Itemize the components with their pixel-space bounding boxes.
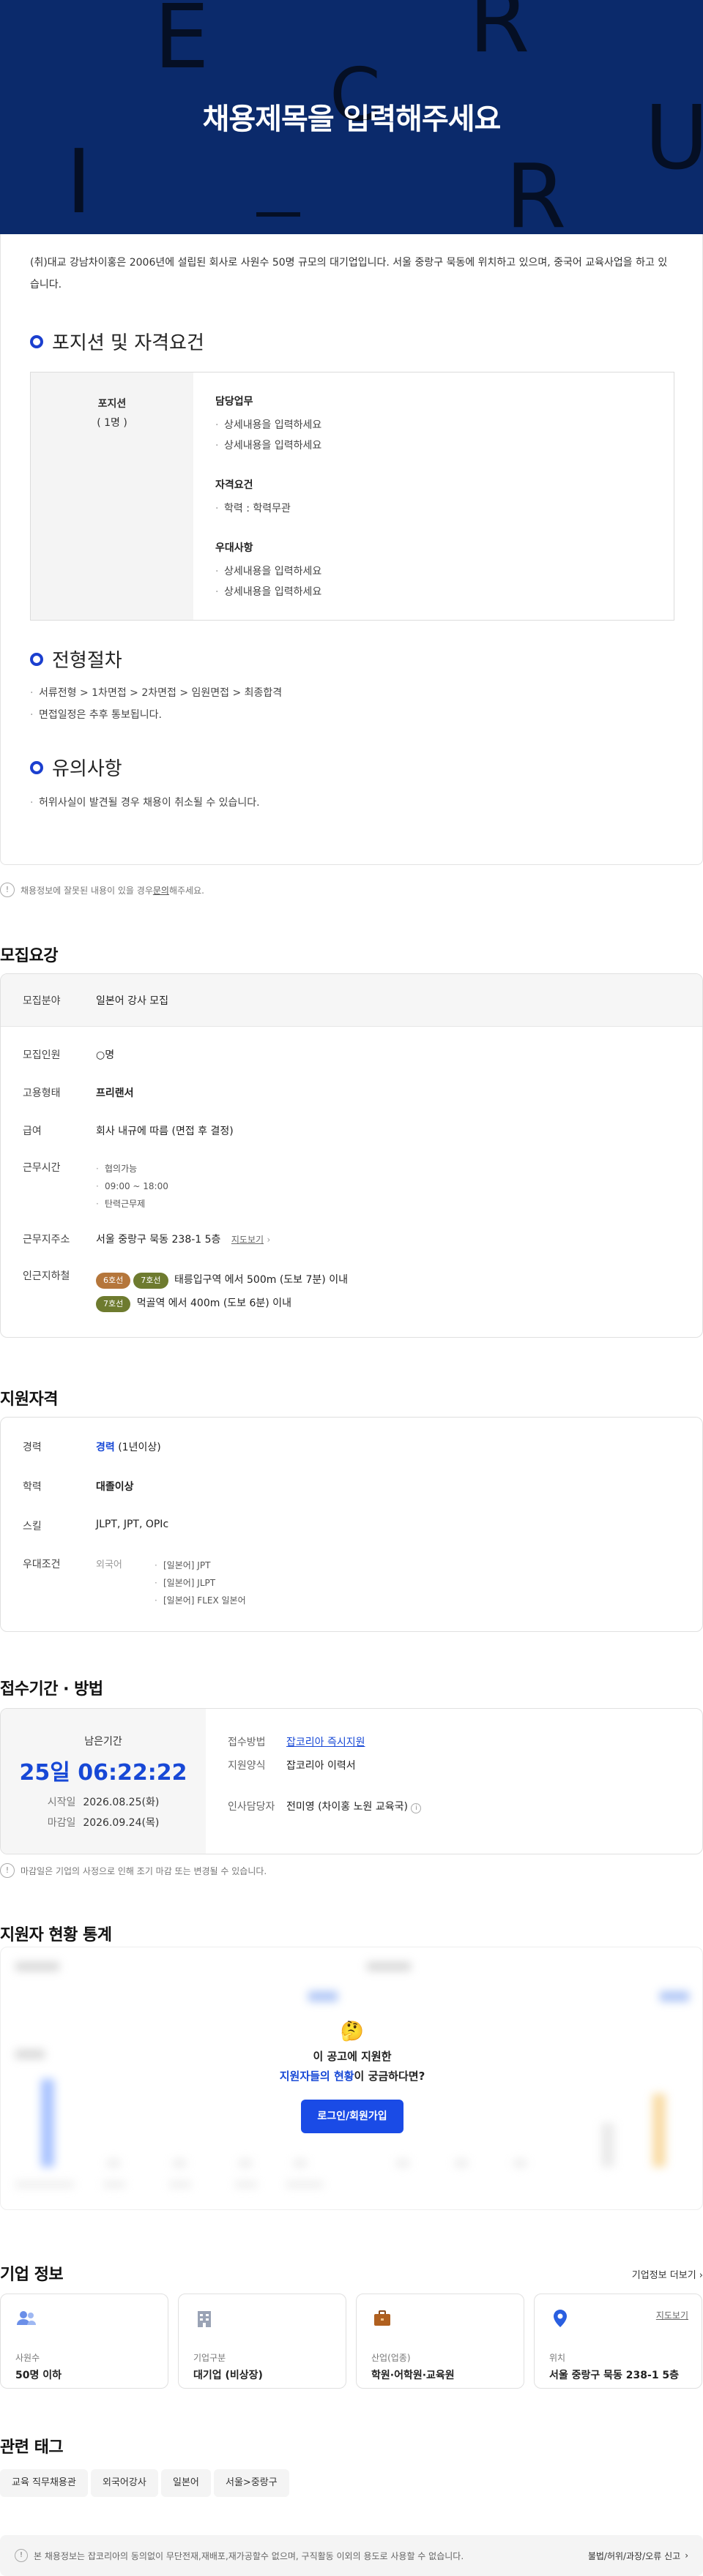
job-detail-box: (취)대교 강남차이홍은 2006년에 설립된 회사로 사원수 50명 규모의 … [0, 234, 703, 865]
ring-bullet-icon [30, 652, 43, 666]
subway-item: 7호선 먹골역 에서 400m (도보 6분) 이내 [96, 1292, 702, 1315]
line-7-badge: 7호선 [96, 1296, 131, 1312]
tags-title: 관련 태그 [0, 2438, 64, 2457]
remaining-time-panel: 남은기간 25일 06:22:22 시작일 2026.08.25(화) 마감일 20… [1, 1709, 206, 1854]
apply-method-panel: 접수방법 잡코리아 즉시지원 지원양식 잡코리아 이력서 인사담당자 전미영 (차이홍… [228, 1731, 422, 1819]
stats-title: 지원자 현황 통계 [0, 1926, 112, 1944]
list-item: 서류전형 > 1차면접 > 2차면접 > 임원면접 > 최종합격 [30, 682, 282, 704]
headcount-row: 모집인원 ○명 [23, 1049, 115, 1061]
position-section-title: 포지션 및 자격요건 [30, 328, 204, 355]
company-more-link[interactable]: 기업정보 더보기 › [632, 2267, 703, 2281]
copyright-footer: ! 본 채용정보는 잡코리아의 동의없이 무단전재,재배포,재가공할수 없으며,… [0, 2535, 703, 2576]
list-item: [일본어] JLPT [155, 1574, 246, 1592]
ring-bullet-icon [30, 760, 43, 774]
list-item: 탄력근무제 [96, 1195, 702, 1213]
map-link[interactable]: 지도보기 [231, 1235, 264, 1245]
list-item: 허위사실이 발견될 경우 채용이 취소될 수 있습니다. [30, 792, 260, 814]
caution-list: 허위사실이 발견될 경우 채용이 취소될 수 있습니다. [30, 792, 260, 814]
list-item: [일본어] JPT [155, 1557, 246, 1574]
position-requirements: 담당업무 상세내용을 입력하세요 상세내용을 입력하세요 자격요건 학력 : 학… [193, 372, 674, 620]
company-employees-card: 사원수 50명 이하 [0, 2294, 168, 2389]
chevron-right-icon: › [267, 1235, 271, 1245]
job-banner: E R C I U R 채용제목을 입력해주세요 [0, 0, 703, 234]
chevron-right-icon: › [699, 2270, 703, 2281]
list-item: 면접일정은 추후 통보됩니다. [30, 704, 282, 726]
info-icon: ! [0, 1863, 15, 1878]
thinking-face-icon: 🤔 [340, 2021, 365, 2043]
qualify-title: 지원자격 [0, 1390, 58, 1409]
location-pin-icon [554, 2310, 567, 2327]
position-table: 포지션 ( 1명 ) 담당업무 상세내용을 입력하세요 상세내용을 입력하세요 … [30, 372, 674, 621]
line-6-badge: 6호선 [96, 1273, 131, 1289]
process-section-title: 전형절차 [30, 645, 122, 673]
career-row: 경력 경력 (1년이상) [23, 1442, 161, 1453]
applicant-stats-card: 🤔 이 공고에 지원한 지원자들의 현황이 궁금하다면? 로그인/회원가입 [0, 1947, 703, 2210]
preference-row: 우대조건 외국어 [일본어] JPT [일본어] JLPT [일본어] FLEX… [1, 1557, 702, 1609]
list-item: 상세내용을 입력하세요 [215, 435, 652, 456]
stats-login-overlay: 🤔 이 공고에 지원한 지원자들의 현황이 궁금하다면? 로그인/회원가입 [1, 1947, 702, 2209]
company-industry-card: 산업(업종) 학원·어학원·교육원 [356, 2294, 524, 2389]
list-item: 학력 : 학력무관 [215, 498, 652, 519]
requirement-group: 자격요건 학력 : 학력무관 [215, 476, 652, 519]
skill-row: 스킬 JLPT, JPT, OPIc [23, 1519, 169, 1532]
inquiry-link[interactable]: 문의 [153, 884, 169, 896]
process-list: 서류전형 > 1차면접 > 2차면접 > 임원면접 > 최종합격 면접일정은 추… [30, 682, 282, 726]
list-item: [일본어] FLEX 일본어 [155, 1592, 246, 1609]
list-item: 09:00 ~ 18:00 [96, 1177, 702, 1195]
job-posting-page: E R C I U R 채용제목을 입력해주세요 (취)대교 강남차이홍은 20… [0, 0, 703, 2576]
info-icon: ! [0, 883, 15, 897]
building-icon [198, 2311, 211, 2327]
list-item: 상세내용을 입력하세요 [215, 582, 652, 602]
countdown-timer: 25일 06:22:22 [19, 1760, 187, 1786]
banner-deco-letter: I [66, 132, 92, 233]
tag-item[interactable]: 서울>중랑구 [214, 2469, 289, 2497]
salary-row: 급여 회사 내규에 따름 (면접 후 결정) [23, 1126, 234, 1137]
ring-bullet-icon [30, 334, 43, 348]
recruit-field-row: 모집분야 일본어 강사 모집 [1, 974, 702, 1027]
company-location-card: 지도보기 위치 서울 중랑구 묵동 238-1 5층 [534, 2294, 702, 2389]
position-cell: 포지션 ( 1명 ) [31, 372, 193, 620]
employment-row: 고용형태 프리랜서 [23, 1087, 134, 1099]
recruit-card: 모집분야 일본어 강사 모집 모집인원 ○명 고용형태 프리랜서 급여 회사 내… [0, 973, 703, 1338]
hours-row: 근무시간 협의가능 09:00 ~ 18:00 탄력근무제 [1, 1160, 702, 1213]
info-icon: ! [15, 2549, 28, 2562]
tag-item[interactable]: 일본어 [161, 2469, 211, 2497]
subway-row: 인근지하철 6호선 7호선 태릉입구역 에서 500m (도보 7분) 이내 7호… [1, 1268, 702, 1315]
subway-item: 6호선 7호선 태릉입구역 에서 500m (도보 7분) 이내 [96, 1268, 702, 1292]
tag-item[interactable]: 외국어강사 [91, 2469, 158, 2497]
apply-now-link[interactable]: 잡코리아 즉시지원 [286, 1737, 365, 1748]
line-7-badge: 7호선 [133, 1273, 168, 1289]
login-signup-button[interactable]: 로그인/회원가입 [301, 2100, 403, 2133]
list-item: 상세내용을 입력하세요 [215, 561, 652, 582]
banner-deco-letter: R [505, 146, 567, 235]
banner-deco-bar [256, 212, 300, 217]
company-title: 기업 정보 [0, 2266, 64, 2284]
duty-group: 담당업무 상세내용을 입력하세요 상세내용을 입력하세요 [215, 393, 652, 456]
banner-deco-letter: E [154, 0, 209, 89]
apply-title: 접수기간 · 방법 [0, 1680, 103, 1699]
recruit-title: 모집요강 [0, 947, 58, 965]
company-intro: (취)대교 강남차이홍은 2006년에 설립된 회사로 사원수 50명 규모의 … [30, 257, 668, 291]
address-row: 근무지주소 서울 중랑구 묵동 238-1 5층 지도보기 › [23, 1234, 271, 1246]
company-type-card: 기업구분 대기업 (비상장) [178, 2294, 346, 2389]
people-icon [17, 2311, 36, 2325]
apply-card: 남은기간 25일 06:22:22 시작일 2026.08.25(화) 마감일 20… [0, 1708, 703, 1854]
report-notice: ! 채용정보에 잘못된 내용이 있을 경우 문의 해주세요. [0, 883, 204, 897]
qualify-card: 경력 경력 (1년이상) 학력 대졸이상 스킬 JLPT, JPT, OPIc … [0, 1417, 703, 1632]
job-title: 채용제목을 입력해주세요 [202, 102, 502, 136]
list-item: 상세내용을 입력하세요 [215, 415, 652, 435]
briefcase-icon [374, 2310, 390, 2326]
banner-deco-letter: R [469, 0, 530, 72]
deadline-notice: ! 마감일은 기업의 사정으로 인해 조기 마감 또는 변경될 수 있습니다. [0, 1863, 267, 1878]
report-link[interactable]: 불법/허위/과장/오류 신고 [588, 2550, 680, 2562]
preference-group: 우대사항 상세내용을 입력하세요 상세내용을 입력하세요 [215, 539, 652, 602]
education-row: 학력 대졸이상 [23, 1481, 134, 1493]
chevron-right-icon: › [685, 2550, 688, 2561]
tag-item[interactable]: 교육 직무채용관 [0, 2469, 88, 2497]
info-icon[interactable]: i [411, 1803, 422, 1813]
list-item: 협의가능 [96, 1160, 702, 1177]
caution-section-title: 유의사항 [30, 754, 122, 781]
map-link[interactable]: 지도보기 [656, 2309, 688, 2321]
